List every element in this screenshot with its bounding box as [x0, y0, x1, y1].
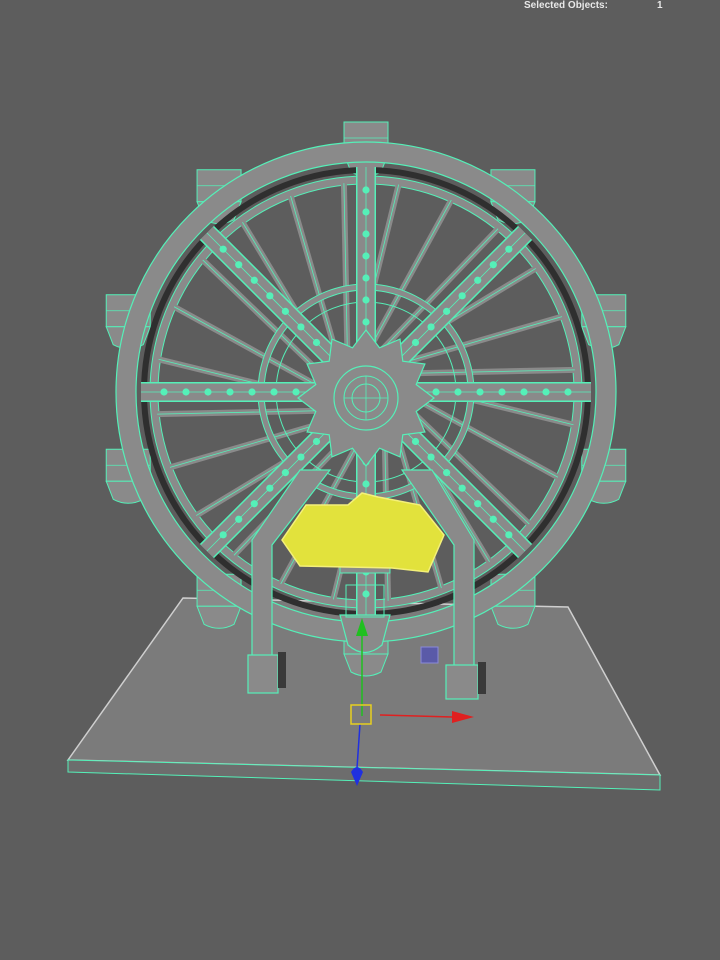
- 3d-viewport[interactable]: [0, 0, 720, 960]
- plane-handle[interactable]: [420, 646, 439, 664]
- selected-sign-face[interactable]: [281, 492, 445, 573]
- ferris-wheel[interactable]: [105, 121, 627, 677]
